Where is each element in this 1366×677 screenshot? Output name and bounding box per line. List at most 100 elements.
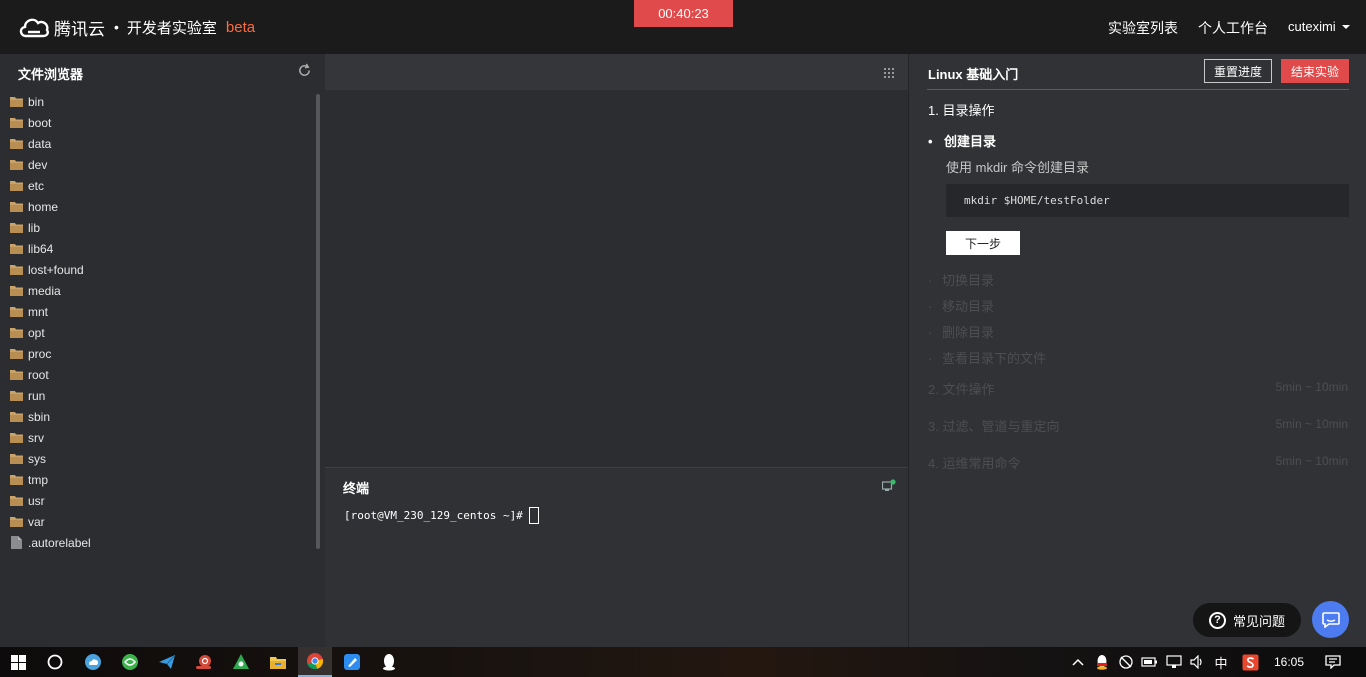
file-item[interactable]: .autorelabel bbox=[10, 532, 310, 553]
file-name: media bbox=[28, 283, 61, 298]
file-item[interactable]: data bbox=[10, 133, 310, 154]
taskbar-app[interactable] bbox=[113, 647, 147, 677]
pending-step[interactable]: · 查看目录下的文件 bbox=[928, 348, 1046, 367]
file-explorer-icon bbox=[270, 657, 286, 669]
step-bullet: • bbox=[928, 134, 933, 149]
qq-tray-icon bbox=[1097, 655, 1107, 670]
file-name: srv bbox=[28, 430, 44, 445]
nav-workspace[interactable]: 个人工作台 bbox=[1198, 18, 1268, 38]
folder-icon bbox=[10, 244, 23, 254]
pending-step[interactable]: · 删除目录 bbox=[928, 322, 994, 341]
paper-plane-icon bbox=[159, 654, 176, 669]
end-lab-button[interactable]: 结束实验 bbox=[1281, 59, 1349, 83]
action-center[interactable] bbox=[1318, 647, 1348, 677]
refresh-icon[interactable] bbox=[297, 63, 312, 78]
taskbar-app[interactable] bbox=[150, 647, 184, 677]
tray-sogou[interactable] bbox=[1239, 647, 1261, 677]
file-item[interactable]: etc bbox=[10, 175, 310, 196]
current-step[interactable]: • 创建目录 bbox=[928, 131, 996, 150]
session-timer: 00:40:23 bbox=[634, 0, 733, 27]
next-step-button[interactable]: 下一步 bbox=[946, 231, 1020, 255]
folder-icon bbox=[10, 202, 23, 212]
battery-icon bbox=[1141, 657, 1157, 667]
tray-expand[interactable] bbox=[1068, 647, 1088, 677]
taskbar-app-chrome[interactable] bbox=[298, 647, 332, 677]
folder-icon bbox=[10, 139, 23, 149]
volume-icon bbox=[1190, 655, 1202, 669]
file-item[interactable]: home bbox=[10, 196, 310, 217]
file-item[interactable]: srv bbox=[10, 427, 310, 448]
grid-menu-icon[interactable] bbox=[884, 68, 894, 78]
scrollbar[interactable] bbox=[316, 94, 320, 549]
terminal-connect-icon[interactable] bbox=[882, 479, 896, 492]
taskbar-app[interactable] bbox=[372, 647, 406, 677]
pending-step[interactable]: · 切换目录 bbox=[928, 270, 994, 289]
file-item[interactable]: media bbox=[10, 280, 310, 301]
tray-qq[interactable] bbox=[1092, 647, 1112, 677]
terminal[interactable]: [root@VM_230_129_centos ~]# bbox=[325, 501, 908, 647]
file-name: bin bbox=[28, 94, 45, 109]
folder-icon bbox=[10, 412, 23, 422]
taskbar-app[interactable] bbox=[224, 647, 258, 677]
taskbar-app[interactable] bbox=[261, 647, 295, 677]
chat-button[interactable] bbox=[1312, 601, 1349, 638]
section-title[interactable]: 3. 过滤、管道与重定向 bbox=[928, 416, 1059, 435]
file-name: dev bbox=[28, 157, 48, 172]
file-browser-title: 文件浏览器 bbox=[18, 67, 84, 82]
tray-battery[interactable] bbox=[1140, 647, 1160, 677]
clock[interactable]: 16:05 bbox=[1268, 647, 1310, 677]
file-item[interactable]: lib bbox=[10, 217, 310, 238]
file-item[interactable]: sbin bbox=[10, 406, 310, 427]
file-name: usr bbox=[28, 493, 45, 508]
file-item[interactable]: lost+found bbox=[10, 259, 310, 280]
start-button[interactable] bbox=[0, 647, 36, 677]
ime-indicator[interactable]: 中 bbox=[1211, 647, 1231, 677]
file-list: bin boot data dev etc home lib lib64 lost+found m… bbox=[10, 91, 310, 553]
folder-icon bbox=[10, 496, 23, 506]
section-title[interactable]: 2. 文件操作 bbox=[928, 379, 994, 398]
file-item[interactable]: proc bbox=[10, 343, 310, 364]
windows-icon bbox=[10, 654, 26, 670]
file-item[interactable]: root bbox=[10, 364, 310, 385]
snail-icon bbox=[196, 655, 211, 669]
logo[interactable]: 腾讯云 • 开发者实验室 beta bbox=[18, 14, 255, 40]
file-item[interactable]: dev bbox=[10, 154, 310, 175]
taskbar-app[interactable] bbox=[335, 647, 369, 677]
file-item[interactable]: bin bbox=[10, 91, 310, 112]
file-name: lib64 bbox=[28, 241, 54, 256]
section-title[interactable]: 4. 运维常用命令 bbox=[928, 453, 1020, 472]
file-item[interactable]: lib64 bbox=[10, 238, 310, 259]
editor-toolbar bbox=[325, 54, 908, 90]
guide-panel: Linux 基础入门 重置进度 结束实验 1. 目录操作 • 创建目录 使用 mk… bbox=[908, 54, 1366, 647]
file-item[interactable]: mnt bbox=[10, 301, 310, 322]
file-name: root bbox=[28, 367, 49, 382]
nav-lab-list[interactable]: 实验室列表 bbox=[1108, 18, 1178, 38]
file-item[interactable]: sys bbox=[10, 448, 310, 469]
file-item[interactable]: opt bbox=[10, 322, 310, 343]
folder-icon bbox=[10, 370, 23, 380]
tray-app[interactable] bbox=[1116, 647, 1136, 677]
tray-network[interactable] bbox=[1164, 647, 1184, 677]
file-name: sbin bbox=[28, 409, 51, 424]
file-item[interactable]: usr bbox=[10, 490, 310, 511]
code-snippet[interactable]: mkdir $HOME/testFolder bbox=[946, 184, 1349, 217]
file-item[interactable]: tmp bbox=[10, 469, 310, 490]
file-item[interactable]: boot bbox=[10, 112, 310, 133]
section-1-title[interactable]: 1. 目录操作 bbox=[928, 100, 994, 119]
reset-progress-button[interactable]: 重置进度 bbox=[1204, 59, 1272, 83]
user-menu[interactable]: cuteximi bbox=[1288, 19, 1350, 34]
cortana-button[interactable] bbox=[38, 647, 72, 677]
tray-volume[interactable] bbox=[1188, 647, 1208, 677]
chevron-up-icon bbox=[1072, 658, 1084, 666]
taskbar-app[interactable] bbox=[187, 647, 221, 677]
faq-button[interactable]: ? 常见问题 bbox=[1193, 603, 1301, 637]
qq-icon bbox=[383, 654, 395, 671]
editor-area[interactable] bbox=[325, 90, 908, 467]
file-icon bbox=[11, 536, 22, 549]
file-item[interactable]: var bbox=[10, 511, 310, 532]
file-item[interactable]: run bbox=[10, 385, 310, 406]
pending-step[interactable]: · 移动目录 bbox=[928, 296, 994, 315]
folder-icon bbox=[10, 286, 23, 296]
taskbar-app[interactable] bbox=[76, 647, 110, 677]
brand-name: 腾讯云 bbox=[54, 19, 105, 39]
